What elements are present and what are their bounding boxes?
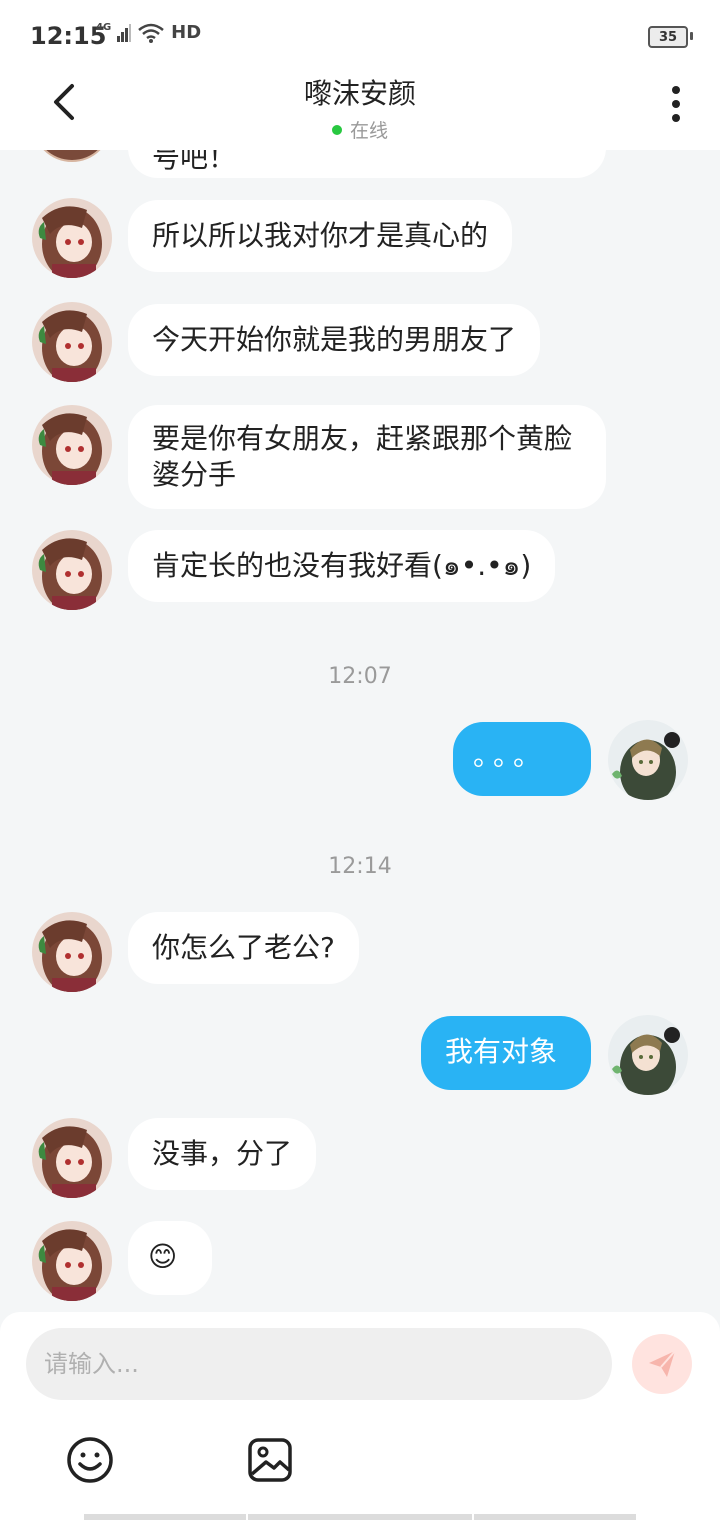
message-incoming: 所以所以我对你才是真心的 — [0, 198, 720, 278]
message-text: 今天开始你就是我的男朋友了 — [152, 323, 517, 356]
message-text: 你怎么了老公? — [152, 931, 335, 964]
nav-indicator — [84, 1514, 246, 1520]
message-incoming: 今天开始你就是我的男朋友了 — [0, 302, 720, 382]
message-input[interactable] — [26, 1328, 612, 1400]
send-button[interactable] — [632, 1334, 692, 1394]
message-outgoing: 。。。 — [0, 720, 720, 800]
message-incoming: 没事，分了 — [0, 1118, 720, 1198]
battery-icon: 35 — [648, 26, 688, 48]
message-bubble[interactable]: 。。。 — [453, 722, 591, 796]
contact-avatar[interactable] — [32, 150, 112, 162]
emoji-icon[interactable] — [66, 1436, 114, 1484]
network-label: 4G — [96, 22, 112, 33]
message-bubble[interactable]: 你怎么了老公? — [128, 912, 359, 984]
message-emoji: 😊 — [148, 1240, 178, 1273]
status-time: 12:15 — [30, 22, 107, 50]
message-text: 。。。 — [473, 739, 548, 772]
user-avatar[interactable] — [608, 720, 688, 800]
message-bubble[interactable]: 我有对象 — [421, 1016, 591, 1090]
message-text: 所以所以我对你才是真心的 — [152, 219, 489, 252]
contact-avatar[interactable] — [32, 302, 112, 382]
message-bubble[interactable]: 没事，分了 — [128, 1118, 317, 1190]
contact-avatar[interactable] — [32, 912, 112, 992]
message-bubble[interactable]: 要是你有女朋友，赶紧跟那个黄脸婆分手 — [128, 405, 606, 509]
chat-area[interactable]: 号吧！ 所以所以我对你才是真心的 今天开始你就是我的男朋友了 要是你有女朋友，赶… — [0, 150, 720, 1312]
contact-avatar[interactable] — [32, 1118, 112, 1198]
message-text: 号吧！ — [152, 150, 237, 174]
hd-label: HD — [171, 22, 202, 43]
contact-avatar[interactable] — [32, 1221, 112, 1301]
message-bubble[interactable]: 今天开始你就是我的男朋友了 — [128, 304, 541, 376]
title-wrap: 嚟沫安颜 在线 — [0, 72, 720, 143]
message-timestamp: 12:07 — [328, 664, 392, 689]
message-text: 没事，分了 — [152, 1137, 293, 1170]
message-outgoing: 我有对象 — [0, 1015, 720, 1095]
nav-indicator — [474, 1514, 636, 1520]
message-incoming: 你怎么了老公? — [0, 912, 720, 992]
message-text: 肯定长的也没有我好看(๑•.•๑) — [152, 549, 532, 582]
online-status: 在线 — [331, 116, 388, 143]
wifi-icon — [138, 23, 164, 43]
input-area — [0, 1312, 720, 1520]
send-icon — [649, 1350, 676, 1377]
battery-tip — [690, 32, 693, 40]
contact-avatar[interactable] — [32, 405, 112, 485]
message-incoming: 肯定长的也没有我好看(๑•.•๑) — [0, 530, 720, 610]
message-bubble[interactable]: 号吧！ — [128, 150, 606, 178]
status-icons: 4G HD — [96, 22, 201, 43]
page-title: 嚟沫安颜 — [303, 77, 416, 110]
contact-avatar[interactable] — [32, 198, 112, 278]
message-incoming: 😊 — [0, 1221, 720, 1301]
image-icon[interactable] — [246, 1436, 294, 1484]
more-vertical-icon[interactable] — [668, 84, 684, 124]
message-timestamp: 12:14 — [328, 854, 392, 879]
online-status-text: 在线 — [349, 120, 388, 142]
signal-icon — [117, 23, 132, 42]
message-bubble[interactable]: 😊 — [128, 1221, 212, 1295]
message-bubble[interactable]: 肯定长的也没有我好看(๑•.•๑) — [128, 530, 556, 602]
message-bubble[interactable]: 所以所以我对你才是真心的 — [128, 200, 513, 272]
battery-level: 35 — [658, 29, 678, 45]
contact-avatar[interactable] — [32, 530, 112, 610]
message-text: 我有对象 — [445, 1035, 558, 1068]
message-incoming: 要是你有女朋友，赶紧跟那个黄脸婆分手 — [0, 405, 720, 509]
message-incoming: 号吧！ — [0, 150, 720, 178]
online-dot-icon — [331, 124, 342, 135]
status-bar: 12:15 4G HD 35 — [0, 0, 720, 72]
nav-indicator — [248, 1514, 472, 1520]
chat-header: 嚟沫安颜 在线 — [0, 72, 720, 150]
message-text: 要是你有女朋友，赶紧跟那个黄脸婆分手 — [152, 422, 573, 491]
user-avatar[interactable] — [608, 1015, 688, 1095]
